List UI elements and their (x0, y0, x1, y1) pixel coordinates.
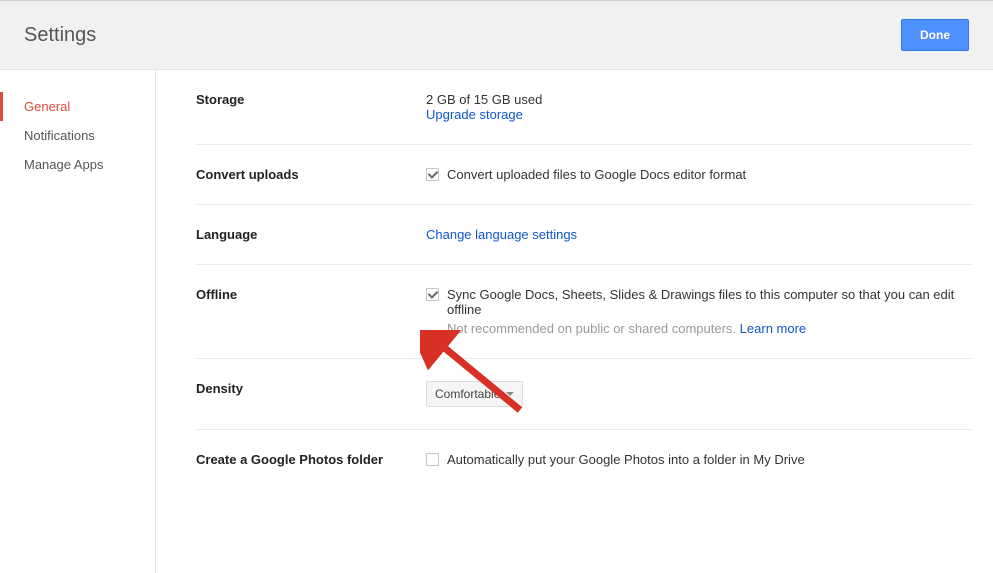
offline-checkbox-label: Sync Google Docs, Sheets, Slides & Drawi… (447, 287, 954, 317)
settings-header: Settings Done (0, 0, 993, 70)
density-value: Comfortable (426, 381, 973, 407)
density-label: Density (196, 381, 426, 407)
offline-row: Offline Sync Google Docs, Sheets, Slides… (196, 265, 973, 359)
photos-folder-checkbox-label: Automatically put your Google Photos int… (447, 452, 805, 467)
convert-uploads-label: Convert uploads (196, 167, 426, 182)
storage-row: Storage 2 GB of 15 GB used Upgrade stora… (196, 92, 973, 145)
offline-helper: Not recommended on public or shared comp… (447, 321, 973, 336)
offline-checkbox[interactable] (426, 288, 439, 301)
chevron-down-icon (506, 392, 514, 396)
photos-folder-checkbox[interactable] (426, 453, 439, 466)
density-dropdown[interactable]: Comfortable (426, 381, 523, 407)
page-title: Settings (24, 24, 96, 47)
change-language-link[interactable]: Change language settings (426, 227, 577, 242)
sidebar: General Notifications Manage Apps (0, 70, 155, 573)
convert-uploads-checkbox[interactable] (426, 168, 439, 181)
storage-label: Storage (196, 92, 426, 122)
upgrade-storage-link[interactable]: Upgrade storage (426, 107, 973, 122)
language-label: Language (196, 227, 426, 242)
convert-uploads-value: Convert uploaded files to Google Docs ed… (426, 167, 973, 182)
photos-folder-label: Create a Google Photos folder (196, 452, 426, 467)
storage-usage: 2 GB of 15 GB used (426, 92, 973, 107)
density-row: Density Comfortable (196, 359, 973, 430)
sidebar-item-general[interactable]: General (0, 92, 155, 121)
content-area: General Notifications Manage Apps Storag… (0, 70, 993, 573)
language-value: Change language settings (426, 227, 973, 242)
sidebar-item-manage-apps[interactable]: Manage Apps (0, 150, 155, 179)
storage-value: 2 GB of 15 GB used Upgrade storage (426, 92, 973, 122)
done-button[interactable]: Done (901, 19, 969, 51)
offline-helper-text: Not recommended on public or shared comp… (447, 321, 736, 336)
photos-folder-value: Automatically put your Google Photos int… (426, 452, 973, 467)
density-selected: Comfortable (435, 387, 500, 401)
offline-value: Sync Google Docs, Sheets, Slides & Drawi… (426, 287, 973, 336)
main-panel: Storage 2 GB of 15 GB used Upgrade stora… (155, 70, 993, 573)
offline-label: Offline (196, 287, 426, 336)
convert-uploads-row: Convert uploads Convert uploaded files t… (196, 145, 973, 205)
photos-folder-row: Create a Google Photos folder Automatica… (196, 430, 973, 489)
language-row: Language Change language settings (196, 205, 973, 265)
convert-uploads-checkbox-label: Convert uploaded files to Google Docs ed… (447, 167, 746, 182)
offline-learn-more-link[interactable]: Learn more (740, 321, 806, 336)
offline-checkbox-text: Sync Google Docs, Sheets, Slides & Drawi… (447, 287, 973, 336)
sidebar-item-notifications[interactable]: Notifications (0, 121, 155, 150)
